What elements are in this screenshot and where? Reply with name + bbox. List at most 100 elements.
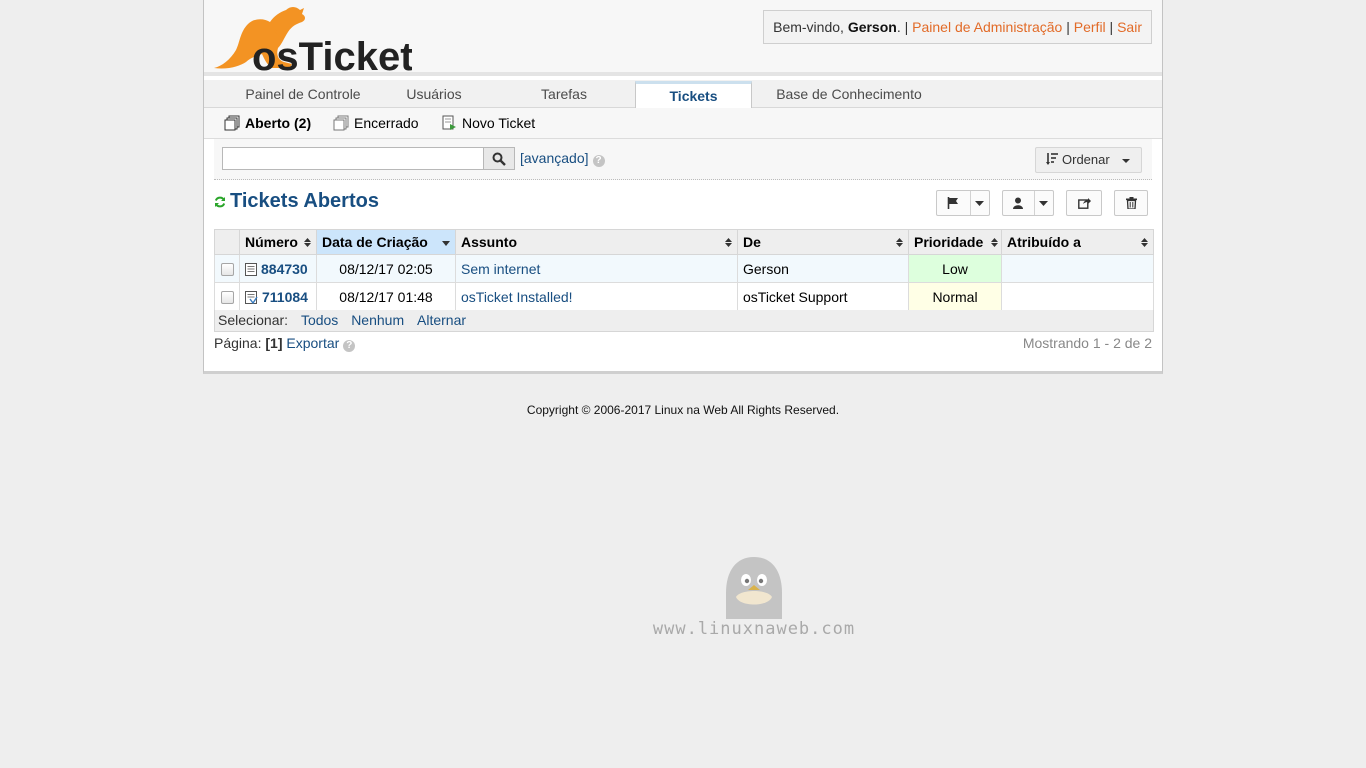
trash-icon — [1125, 197, 1137, 209]
advanced-search-label: [avançado] — [520, 150, 589, 166]
main-nav: Painel de Controle Usuários Tarefas Tick… — [204, 80, 1162, 109]
tab-dashboard[interactable]: Painel de Controle — [222, 80, 384, 108]
ticket-subject-link[interactable]: osTicket Installed! — [461, 289, 573, 305]
ticket-priority: Low — [908, 254, 1002, 283]
ticket-from: osTicket Support — [737, 282, 909, 311]
ticket-assigned — [1001, 282, 1154, 311]
select-label: Selecionar: — [218, 312, 289, 328]
column-from-label: De — [743, 234, 761, 250]
tab-users[interactable]: Usuários — [384, 80, 484, 108]
sort-desc-icon — [442, 241, 450, 246]
refresh-icon[interactable] — [214, 196, 226, 208]
flag-action-button[interactable] — [936, 190, 990, 216]
sort-icon — [896, 238, 903, 247]
ticket-number-link[interactable]: 711084 — [262, 289, 308, 305]
ticket-number-cell: 711084 — [239, 282, 317, 311]
select-toggle-link[interactable]: Alternar — [417, 312, 466, 328]
sort-amount-icon — [1046, 153, 1058, 165]
help-icon[interactable]: ? — [592, 155, 605, 167]
sort-icon — [725, 238, 732, 247]
tab-knowledgebase[interactable]: Base de Conhecimento — [764, 80, 934, 108]
selection-row: Selecionar: Todos Nenhum Alternar — [214, 310, 1154, 332]
assign-action-button[interactable] — [1002, 190, 1054, 216]
sort-icon — [1141, 238, 1148, 247]
subnav-closed-label: Encerrado — [354, 115, 419, 131]
row-checkbox[interactable] — [220, 291, 234, 305]
profile-link[interactable]: Perfil — [1074, 19, 1106, 35]
pagination: Página: [1] Exportar? — [214, 335, 356, 352]
row-select-cell — [214, 282, 240, 311]
main-container: osTicket Bem-vindo, Gerson. | Painel de … — [203, 0, 1163, 374]
results-count: Mostrando 1 - 2 de 2 — [1022, 335, 1152, 351]
row-checkbox[interactable] — [220, 263, 234, 277]
kangaroo-logo-icon: osTicket — [214, 7, 414, 79]
search-icon — [492, 152, 506, 166]
subnav-open-tickets[interactable]: Aberto (2) — [224, 108, 311, 138]
export-link[interactable]: Exportar — [286, 335, 339, 351]
user-name: Gerson — [847, 19, 897, 35]
search-button[interactable] — [483, 147, 515, 170]
transfer-action-button[interactable] — [1066, 190, 1102, 216]
column-created-date[interactable]: Data de Criação — [316, 229, 456, 255]
table-row[interactable]: 884730 08/12/17 02:05 Sem internet Gerso… — [214, 254, 1154, 283]
advanced-search-link[interactable]: [avançado]? — [520, 150, 605, 167]
tickets-stack-icon — [333, 115, 349, 131]
share-icon — [1077, 198, 1091, 209]
tab-tasks[interactable]: Tarefas — [520, 80, 608, 108]
caret-down-icon — [1039, 200, 1049, 206]
ticket-priority: Normal — [908, 282, 1002, 311]
subnav-new-ticket[interactable]: Novo Ticket — [441, 108, 535, 138]
search-input[interactable] — [222, 147, 484, 170]
table-header-row: Número Data de Criação Assunto De Priori… — [214, 229, 1154, 255]
ticket-subject-link[interactable]: Sem internet — [461, 261, 540, 277]
tab-tickets[interactable]: Tickets — [635, 81, 752, 109]
logo-text: osTicket — [252, 35, 412, 72]
ticket-from: Gerson — [737, 254, 909, 283]
page-label: Página: — [214, 335, 266, 351]
ticket-number-link[interactable]: 884730 — [261, 261, 308, 277]
ticket-number-cell: 884730 — [239, 254, 317, 283]
welcome-prefix: Bem-vindo, — [773, 19, 848, 35]
user-icon — [1013, 197, 1024, 209]
column-assigned[interactable]: Atribuído a — [1001, 229, 1154, 255]
flag-icon — [948, 197, 959, 209]
column-subject[interactable]: Assunto — [455, 229, 738, 255]
column-created-label: Data de Criação — [322, 234, 428, 250]
ticket-subject-cell: osTicket Installed! — [455, 282, 738, 311]
page-current[interactable]: [1] — [265, 335, 282, 351]
sort-dropdown[interactable]: Ordenar — [1035, 147, 1142, 173]
page-title: Tickets Abertos — [230, 190, 379, 212]
subnav-open-label: Aberto (2) — [245, 115, 312, 131]
welcome-suffix: . | — [896, 19, 913, 35]
column-priority[interactable]: Prioridade — [908, 229, 1002, 255]
footer-copyright: Copyright © 2006-2017 Linux na Web All R… — [526, 403, 840, 417]
info-separator: | — [1105, 19, 1118, 35]
delete-action-button[interactable] — [1114, 190, 1148, 216]
caret-down-icon — [975, 200, 985, 206]
column-subject-label: Assunto — [461, 234, 517, 250]
ost-logo[interactable]: osTicket — [212, 4, 414, 79]
header: osTicket Bem-vindo, Gerson. | Painel de … — [204, 0, 1162, 79]
watermark-text: www.linuxnaweb.com — [652, 619, 856, 639]
ticket-assigned — [1001, 254, 1154, 283]
column-from[interactable]: De — [737, 229, 909, 255]
table-row[interactable]: 711084 08/12/17 01:48 osTicket Installed… — [214, 282, 1154, 311]
tickets-table: Número Data de Criação Assunto De Priori… — [214, 229, 1154, 311]
column-number[interactable]: Número — [239, 229, 317, 255]
select-all-link[interactable]: Todos — [301, 312, 338, 328]
admin-panel-link[interactable]: Painel de Administração — [912, 19, 1062, 35]
select-none-link[interactable]: Nenhum — [351, 312, 404, 328]
subnav-closed-tickets[interactable]: Encerrado — [333, 108, 419, 138]
search-bar: [avançado]? Ordenar — [214, 139, 1152, 180]
caret-down-icon — [1122, 159, 1131, 163]
ticket-date: 08/12/17 02:05 — [316, 254, 456, 283]
row-select-cell — [214, 254, 240, 283]
watermark: www.linuxnaweb.com — [648, 555, 860, 645]
tux-penguin-icon — [726, 557, 782, 621]
help-icon[interactable]: ? — [343, 340, 356, 352]
tickets-stack-icon — [224, 115, 240, 131]
logout-link[interactable]: Sair — [1117, 19, 1142, 35]
sort-icon — [304, 238, 311, 247]
user-info-box: Bem-vindo, Gerson. | Painel de Administr… — [763, 10, 1152, 44]
ticket-date: 08/12/17 01:48 — [316, 282, 456, 311]
